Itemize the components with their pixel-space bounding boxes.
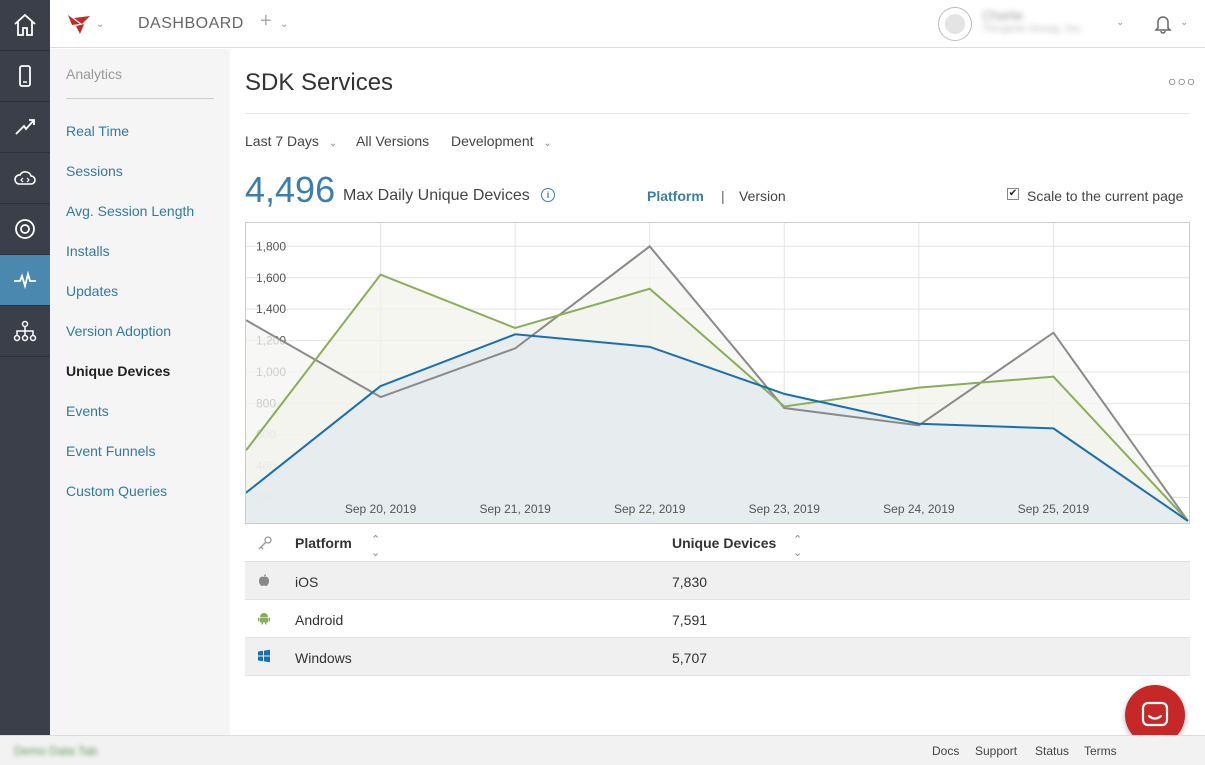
- page-title: SDK Services: [245, 69, 394, 96]
- bell-icon[interactable]: [1154, 14, 1172, 34]
- top-bar: ⌄ DASHBOARD + ⌄ Charlie Thrupme Group, I…: [50, 0, 1205, 48]
- y-tick-label: 1,600: [256, 271, 286, 285]
- footer-link-terms[interactable]: Terms: [1084, 744, 1117, 758]
- support-icon: [15, 219, 35, 239]
- chevron-down-icon[interactable]: ⌄: [280, 19, 288, 30]
- sidenav-item-event-funnels[interactable]: Event Funnels: [66, 443, 156, 459]
- x-tick-label: Sep 21, 2019: [479, 502, 551, 516]
- chevron-down-icon[interactable]: ⌄: [1116, 17, 1124, 28]
- rail-cloud[interactable]: [0, 153, 50, 204]
- scale-checkbox[interactable]: ✔: [1007, 188, 1019, 200]
- chevron-down-icon[interactable]: ⌄: [96, 19, 104, 30]
- apple-icon: [259, 574, 269, 586]
- user-info[interactable]: Charlie Thrupme Group, Inc.: [982, 8, 1107, 40]
- divider: [66, 98, 214, 99]
- sort-icon[interactable]: ⌃ ⌄: [793, 533, 802, 559]
- sidenav-item-updates[interactable]: Updates: [66, 283, 118, 299]
- stat-label: Max Daily Unique Devices: [343, 187, 530, 204]
- sidenav-item-version-adoption[interactable]: Version Adoption: [66, 323, 171, 339]
- versions-filter-label: All Versions: [356, 133, 430, 149]
- user-org: Thrupme Group, Inc.: [982, 23, 1084, 35]
- chevron-down-icon: ⌄: [328, 138, 338, 149]
- info-icon[interactable]: i: [541, 188, 555, 202]
- table-row[interactable]: Windows 5,707: [245, 638, 1190, 676]
- dashboard-title[interactable]: DASHBOARD: [138, 15, 244, 33]
- sidenav-item-unique-devices[interactable]: Unique Devices: [66, 363, 170, 379]
- x-tick-label: Sep 23, 2019: [749, 502, 821, 516]
- footer: Demo Data Tab Docs Support Status Terms: [0, 735, 1205, 765]
- x-tick-label: Sep 24, 2019: [883, 502, 955, 516]
- environment-filter[interactable]: Development ⌄: [451, 133, 552, 149]
- app-rail: [0, 0, 50, 735]
- brand-logo-icon[interactable]: [66, 12, 92, 36]
- sidenav-heading: Analytics: [66, 66, 123, 82]
- cloud-icon: [14, 171, 36, 185]
- tab-separator: |: [721, 188, 725, 204]
- platform-cell: Windows: [295, 650, 352, 666]
- y-tick-label: 1,800: [256, 239, 286, 253]
- rail-devices[interactable]: [0, 51, 50, 102]
- sidenav-item-custom-queries[interactable]: Custom Queries: [66, 483, 167, 499]
- add-icon[interactable]: +: [260, 10, 272, 33]
- device-icon: [19, 65, 31, 87]
- sidenav-item-events[interactable]: Events: [66, 403, 109, 419]
- platform-column-header[interactable]: Platform: [295, 535, 352, 551]
- windows-icon: [258, 649, 270, 663]
- footer-link-status[interactable]: Status: [1035, 744, 1069, 758]
- more-options-icon[interactable]: ○○○: [1168, 73, 1196, 89]
- range-filter[interactable]: Last 7 Days ⌄: [245, 133, 337, 149]
- rail-support[interactable]: [0, 204, 50, 255]
- footer-status: Demo Data Tab: [14, 744, 98, 758]
- range-filter-label: Last 7 Days: [245, 133, 319, 149]
- analytics-sidenav: Analytics Real Time Sessions Avg. Sessio…: [50, 49, 230, 735]
- scale-checkbox-label[interactable]: Scale to the current page: [1027, 188, 1183, 204]
- tab-version[interactable]: Version: [739, 188, 786, 204]
- devices-cell: 5,707: [672, 650, 708, 666]
- table-row[interactable]: iOS 7,830: [245, 562, 1190, 600]
- rail-home[interactable]: [0, 0, 50, 51]
- home-icon: [14, 13, 36, 36]
- network-icon: [13, 320, 37, 342]
- chevron-down-icon[interactable]: ⌄: [1180, 17, 1188, 28]
- max-daily-value: 4,496: [245, 169, 336, 210]
- sidenav-item-sessions[interactable]: Sessions: [66, 163, 123, 179]
- sidenav-item-real-time[interactable]: Real Time: [66, 123, 129, 139]
- devices-cell: 7,830: [672, 574, 708, 590]
- sidenav-item-avg-session-length[interactable]: Avg. Session Length: [66, 203, 194, 219]
- devices-column-header[interactable]: Unique Devices: [672, 535, 776, 551]
- rail-analytics[interactable]: [0, 255, 50, 306]
- chevron-down-icon: ⌄: [543, 138, 552, 149]
- unique-devices-chart: 2004006008001,0001,2001,4001,6001,800Sep…: [245, 222, 1190, 524]
- divider: [245, 113, 1190, 114]
- android-icon: [258, 613, 270, 625]
- analytics-pulse-icon: [14, 270, 36, 290]
- table-row[interactable]: Android 7,591: [245, 600, 1190, 638]
- platform-cell: iOS: [295, 574, 319, 590]
- x-tick-label: Sep 20, 2019: [345, 502, 417, 516]
- x-tick-label: Sep 25, 2019: [1018, 502, 1090, 516]
- platform-table: Platform ⌃ ⌄ Unique Devices ⌃ ⌄ iOS 7,830 …: [245, 524, 1190, 676]
- user-name: Charlie: [982, 8, 1024, 23]
- x-tick-label: Sep 22, 2019: [614, 502, 686, 516]
- rail-network[interactable]: [0, 306, 50, 357]
- sidenav-item-installs[interactable]: Installs: [66, 243, 110, 259]
- sort-icon[interactable]: ⌃ ⌄: [371, 533, 380, 559]
- environment-filter-label: Development: [451, 133, 534, 149]
- rail-sdk[interactable]: [0, 102, 50, 153]
- y-tick-label: 1,400: [256, 302, 286, 316]
- versions-filter[interactable]: All Versions: [356, 133, 429, 149]
- footer-link-docs[interactable]: Docs: [932, 744, 959, 758]
- chart-svg: 2004006008001,0001,2001,4001,6001,800Sep…: [246, 223, 1189, 523]
- table-header: Platform ⌃ ⌄ Unique Devices ⌃ ⌄: [245, 524, 1190, 562]
- footer-link-support[interactable]: Support: [975, 744, 1017, 758]
- sdk-icon: [15, 119, 35, 135]
- chat-icon: [1141, 701, 1169, 727]
- key-icon: [258, 536, 272, 550]
- tab-platform[interactable]: Platform: [647, 188, 704, 204]
- platform-cell: Android: [295, 612, 344, 628]
- devices-cell: 7,591: [672, 612, 708, 628]
- avatar[interactable]: [938, 7, 972, 41]
